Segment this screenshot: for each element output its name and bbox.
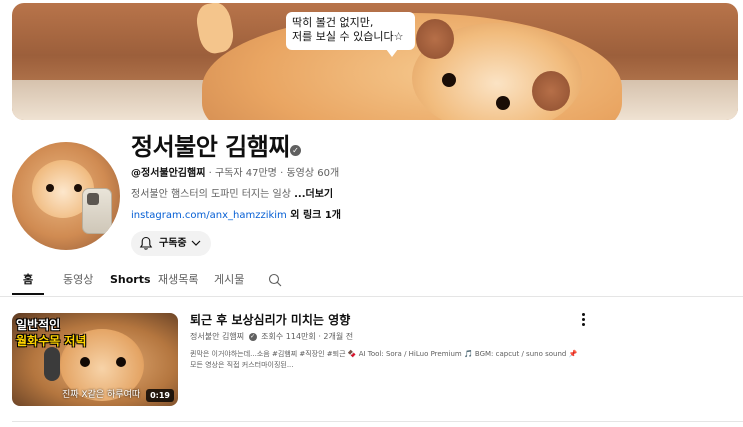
avatar-phone [82, 188, 112, 234]
video-description-line-1: 퀸막은 이거야하는데...소음 #김햄찌 #직장인 #퇴근 🍫 AI Tool:… [190, 350, 578, 358]
banner-speech-bubble: 딱히 볼건 없지만, 저를 보실 수 있습니다☆ [286, 12, 415, 57]
video-channel-name[interactable]: 정서불안 김햄찌 [190, 332, 244, 341]
channel-meta: @정서불안김햄찌 · 구독자 47만명 · 동영상 60개 [131, 167, 339, 181]
video-title[interactable]: 퇴근 후 보상심리가 미치는 영향 [190, 312, 350, 328]
tab-videos[interactable]: 동영상 [63, 268, 93, 296]
bubble-line-2: 저를 보실 수 있습니다☆ [292, 30, 404, 43]
active-tab-indicator [12, 293, 44, 295]
thumb-hamster-eye [116, 357, 126, 367]
verified-check-icon: ✓ [290, 145, 301, 156]
banner-hamster-ear [532, 71, 570, 111]
thumb-headphone [44, 347, 60, 381]
video-age: 2개월 전 [323, 332, 354, 341]
channel-description[interactable]: 정서불안 햄스터의 도파민 터지는 일상 ...더보기 [131, 188, 333, 202]
channel-description-text: 정서불안 햄스터의 도파민 터지는 일상 [131, 189, 295, 200]
banner-hamster-eye [496, 96, 510, 110]
instagram-link[interactable]: instagram.com/anx_hamzzikim [131, 210, 287, 221]
chevron-down-icon [191, 240, 201, 246]
channel-banner: 딱히 볼건 없지만, 저를 보실 수 있습니다☆ [12, 3, 738, 120]
tab-playlists[interactable]: 재생목록 [158, 268, 198, 296]
more-vertical-icon[interactable] [578, 312, 588, 326]
video-thumbnail[interactable]: 일반적인 월화수목 저녁 진짜 X같은 하루여따 0:19 [12, 313, 178, 406]
bell-icon [139, 236, 153, 250]
view-count: 조회수 114만회 [261, 332, 316, 341]
bubble-line-1: 딱히 볼건 없지만, [292, 16, 374, 29]
channel-name: 정서불안 김햄찌 [131, 133, 290, 161]
tab-shorts[interactable]: Shorts [110, 268, 151, 296]
thumbnail-caption-1: 일반적인 [16, 318, 61, 332]
video-count: 동영상 60개 [286, 168, 340, 179]
section-divider [12, 421, 743, 422]
thumbnail-caption-2: 월화수목 저녁 [16, 334, 87, 348]
thumbnail-subtitle: 진짜 X같은 하루여따 [62, 390, 141, 400]
banner-hamster-ear [416, 19, 454, 59]
subscriber-count: 구독자 47만명 [214, 168, 277, 179]
meta-separator: · [280, 168, 284, 179]
tab-posts[interactable]: 게시물 [214, 268, 244, 296]
banner-hamster-eye [442, 73, 456, 87]
banner-hamster-paw [193, 3, 237, 56]
avatar-hamster-eye [46, 184, 54, 192]
more-links-button[interactable]: 외 링크 1개 [287, 210, 341, 221]
video-description-line-2: 모든 영상은 직접 커스터마이징된... [190, 361, 294, 369]
tabs-divider [0, 296, 743, 297]
subscribed-label: 구독중 [159, 238, 187, 249]
more-button[interactable]: ...더보기 [294, 189, 333, 200]
search-icon[interactable] [268, 273, 282, 287]
video-meta: 정서불안 김햄찌 ✓ 조회수 114만회 · 2개월 전 [190, 331, 353, 342]
thumb-hamster-eye [80, 357, 90, 367]
subscribed-button[interactable]: 구독중 [131, 231, 211, 256]
verified-check-icon: ✓ [248, 332, 257, 341]
channel-links: instagram.com/anx_hamzzikim 외 링크 1개 [131, 209, 341, 223]
avatar-hamster-eye [74, 184, 82, 192]
tab-home[interactable]: 홈 [23, 268, 33, 296]
video-duration: 0:19 [146, 389, 174, 402]
meta-separator: · [208, 168, 212, 179]
channel-avatar[interactable] [12, 142, 120, 250]
meta-separator: · [318, 332, 321, 341]
channel-handle: @정서불안김햄찌 [131, 168, 206, 179]
